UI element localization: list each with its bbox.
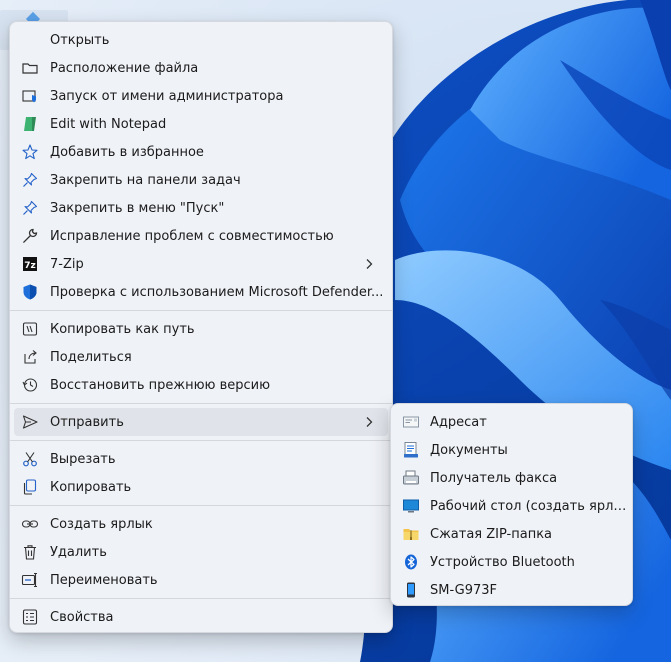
menu-item-label: SM-G973F bbox=[430, 582, 497, 598]
menu-item-label: Запуск от имени администратора bbox=[50, 88, 284, 104]
menu-item-label: Свойства bbox=[50, 609, 114, 625]
menu-item-label: Восстановить прежнюю версию bbox=[50, 377, 271, 393]
desktop-icon bbox=[401, 496, 421, 516]
submenu-item-phone[interactable]: SM-G973F bbox=[395, 576, 628, 604]
wrench-icon bbox=[20, 226, 40, 246]
menu-item-properties[interactable]: Свойства bbox=[14, 603, 388, 631]
menu-item-label: Сжатая ZIP-папка bbox=[430, 526, 553, 542]
pin-icon bbox=[20, 198, 40, 218]
menu-item-label: Устройство Bluetooth bbox=[430, 554, 575, 570]
menu-item-add-favorites[interactable]: Добавить в избранное bbox=[14, 138, 388, 166]
menu-item-share[interactable]: Поделиться bbox=[14, 343, 388, 371]
copy-icon bbox=[20, 477, 40, 497]
menu-item-label: Исправление проблем с совместимостью bbox=[50, 228, 334, 244]
fax-icon bbox=[401, 468, 421, 488]
menu-item-label: Edit with Notepad bbox=[50, 116, 167, 132]
menu-item-label: Получатель факса bbox=[430, 470, 558, 486]
defender-icon bbox=[20, 282, 40, 302]
menu-item-label: Переименовать bbox=[50, 572, 158, 588]
menu-item-label: Рабочий стол (создать ярлык) bbox=[430, 498, 628, 514]
menu-item-copy-path[interactable]: Копировать как путь bbox=[14, 315, 388, 343]
menu-item-label: Документы bbox=[430, 442, 508, 458]
folder-icon bbox=[20, 58, 40, 78]
menu-item-open[interactable]: Открыть bbox=[14, 26, 388, 54]
submenu-item-documents[interactable]: Документы bbox=[395, 436, 628, 464]
menu-item-label: Закрепить в меню "Пуск" bbox=[50, 200, 225, 216]
scissors-icon bbox=[20, 449, 40, 469]
notepad-icon bbox=[20, 114, 40, 134]
menu-item-7zip[interactable]: 7z 7-Zip bbox=[14, 250, 388, 278]
chevron-right-icon bbox=[366, 417, 373, 427]
send-icon bbox=[20, 412, 40, 432]
menu-separator bbox=[10, 440, 392, 441]
pin-icon bbox=[20, 170, 40, 190]
star-icon bbox=[20, 142, 40, 162]
menu-item-restore-version[interactable]: Восстановить прежнюю версию bbox=[14, 371, 388, 399]
properties-icon bbox=[20, 607, 40, 627]
submenu-item-mail-recipient[interactable]: Адресат bbox=[395, 408, 628, 436]
menu-item-delete[interactable]: Удалить bbox=[14, 538, 388, 566]
menu-item-label: Вырезать bbox=[50, 451, 116, 467]
menu-item-label: Закрепить на панели задач bbox=[50, 172, 241, 188]
menu-item-cut[interactable]: Вырезать bbox=[14, 445, 388, 473]
phone-icon bbox=[401, 580, 421, 600]
zip-folder-icon bbox=[401, 524, 421, 544]
menu-item-label: Отправить bbox=[50, 414, 124, 430]
menu-item-troubleshoot[interactable]: Исправление проблем с совместимостью bbox=[14, 222, 388, 250]
menu-item-label: 7-Zip bbox=[50, 256, 84, 272]
menu-item-label: Открыть bbox=[50, 32, 110, 48]
documents-icon bbox=[401, 440, 421, 460]
submenu-item-fax-recipient[interactable]: Получатель факса bbox=[395, 464, 628, 492]
context-menu: Открыть Расположение файла Запуск от имени… bbox=[9, 21, 393, 633]
share-icon bbox=[20, 347, 40, 367]
menu-item-send-to[interactable]: Отправить bbox=[14, 408, 388, 436]
submenu-item-desktop-shortcut[interactable]: Рабочий стол (создать ярлык) bbox=[395, 492, 628, 520]
mail-icon bbox=[401, 412, 421, 432]
none-icon bbox=[20, 30, 40, 50]
menu-item-label: Копировать как путь bbox=[50, 321, 195, 337]
menu-item-label: Проверка с использованием Microsoft Defe… bbox=[50, 284, 384, 300]
menu-item-label: Расположение файла bbox=[50, 60, 199, 76]
menu-item-run-as-admin[interactable]: Запуск от имени администратора bbox=[14, 82, 388, 110]
menu-item-pin-start[interactable]: Закрепить в меню "Пуск" bbox=[14, 194, 388, 222]
menu-item-edit-notepad[interactable]: Edit with Notepad bbox=[14, 110, 388, 138]
menu-separator bbox=[10, 505, 392, 506]
menu-item-label: Создать ярлык bbox=[50, 516, 153, 532]
send-to-submenu: Адресат Документы Получатель факса Рабочий … bbox=[390, 403, 633, 606]
menu-item-create-shortcut[interactable]: Создать ярлык bbox=[14, 510, 388, 538]
menu-item-label: Поделиться bbox=[50, 349, 132, 365]
menu-separator bbox=[10, 598, 392, 599]
submenu-item-zip-folder[interactable]: Сжатая ZIP-папка bbox=[395, 520, 628, 548]
menu-item-label: Добавить в избранное bbox=[50, 144, 204, 160]
menu-item-pin-taskbar[interactable]: Закрепить на панели задач bbox=[14, 166, 388, 194]
shield-admin-icon bbox=[20, 86, 40, 106]
7zip-icon: 7z bbox=[20, 254, 40, 274]
menu-item-rename[interactable]: Переименовать bbox=[14, 566, 388, 594]
menu-item-defender[interactable]: Проверка с использованием Microsoft Defe… bbox=[14, 278, 388, 306]
menu-separator bbox=[10, 310, 392, 311]
link-icon bbox=[20, 514, 40, 534]
menu-item-label: Адресат bbox=[430, 414, 487, 430]
chevron-right-icon bbox=[366, 259, 373, 269]
menu-separator bbox=[10, 403, 392, 404]
menu-item-label: Удалить bbox=[50, 544, 107, 560]
submenu-item-bluetooth[interactable]: Устройство Bluetooth bbox=[395, 548, 628, 576]
trash-icon bbox=[20, 542, 40, 562]
history-icon bbox=[20, 375, 40, 395]
svg-text:7z: 7z bbox=[24, 261, 36, 271]
menu-item-label: Копировать bbox=[50, 479, 132, 495]
menu-item-file-location[interactable]: Расположение файла bbox=[14, 54, 388, 82]
copy-path-icon bbox=[20, 319, 40, 339]
bluetooth-icon bbox=[401, 552, 421, 572]
rename-icon bbox=[20, 570, 40, 590]
menu-item-copy[interactable]: Копировать bbox=[14, 473, 388, 501]
